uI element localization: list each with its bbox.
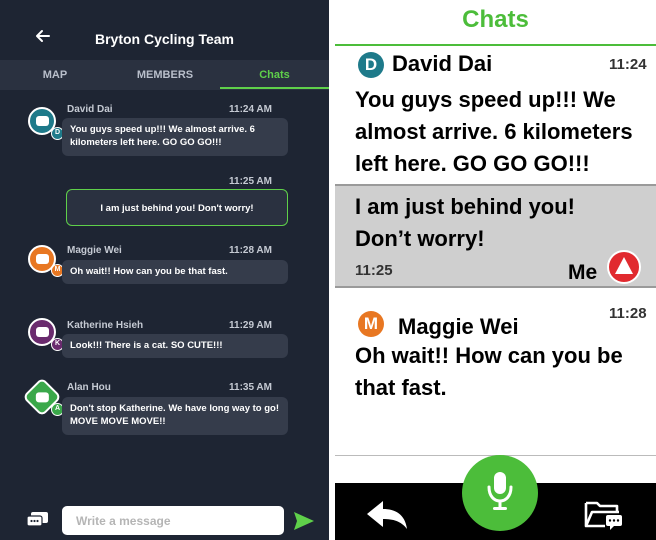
message-time: 11:24	[609, 56, 647, 73]
message-text-line: You guys speed up!!! We	[355, 87, 616, 112]
team-title: Bryton Cycling Team	[95, 31, 234, 47]
reply-icon[interactable]	[365, 498, 409, 532]
title-divider	[335, 44, 656, 46]
chat-bubble-icon	[35, 392, 49, 403]
microphone-button[interactable]	[462, 455, 538, 531]
my-avatar	[607, 250, 641, 284]
message-time: 11:25	[355, 262, 393, 279]
chat-options-icon[interactable]	[27, 512, 49, 528]
message-text-line: that fast.	[355, 375, 447, 400]
microphone-icon	[487, 472, 513, 510]
sender-name: Maggie Wei	[67, 245, 122, 256]
message-input[interactable]	[62, 506, 284, 535]
message-text-line: Oh wait!! How can you be	[355, 343, 623, 368]
sender-initial-badge: D	[358, 52, 384, 78]
my-message-block: I am just behind you! Don’t worry! 11:25…	[335, 184, 656, 288]
device-title: Chats	[462, 6, 529, 33]
message-bubble: You guys speed up!!! We almost arrive. 6…	[62, 118, 288, 156]
message-time: 11:35 AM	[229, 382, 272, 393]
me-label: Me	[568, 261, 598, 284]
message-bubble: Oh wait!! How can you be that fast.	[62, 260, 288, 284]
phone-app: Bryton Cycling Team MAP MEMBERS Chats D …	[0, 0, 329, 540]
tab-bar: MAP MEMBERS Chats	[0, 60, 329, 90]
tab-chats[interactable]: Chats	[220, 60, 329, 90]
message-time: 11:24 AM	[229, 104, 272, 115]
sender-name: David Dai	[392, 51, 493, 76]
message-bubble: Look!!! There is a cat. SO CUTE!!!	[62, 334, 288, 358]
message-time: 11:29 AM	[229, 320, 272, 331]
tab-members[interactable]: MEMBERS	[110, 60, 220, 90]
device-screen: Chats D David Dai 11:24 You guys speed u…	[335, 0, 656, 540]
message-text-line: Don’t worry!	[355, 226, 485, 251]
message-text-line: left here. GO GO GO!!!	[355, 151, 590, 176]
message-time: 11:28 AM	[229, 245, 272, 256]
sender-name: Maggie Wei	[398, 314, 519, 339]
sender-name: David Dai	[67, 104, 113, 115]
chat-bubble-icon	[36, 254, 49, 264]
message-bubble: Don't stop Katherine. We have long way t…	[62, 397, 288, 435]
message-text-line: almost arrive. 6 kilometers	[355, 119, 633, 144]
message-time: 11:25 AM	[229, 176, 272, 187]
my-message-bubble: I am just behind you! Don't worry!	[66, 189, 288, 226]
chat-bubble-icon	[36, 327, 49, 337]
active-tab-indicator	[220, 87, 329, 89]
sender-name: Alan Hou	[67, 382, 111, 393]
folder-message-icon[interactable]	[583, 497, 625, 531]
message-text-line: I am just behind you!	[355, 194, 576, 219]
location-arrow-icon	[615, 257, 633, 274]
tab-map[interactable]: MAP	[0, 60, 110, 90]
app-header: Bryton Cycling Team	[0, 0, 329, 60]
chat-bubble-icon	[36, 116, 49, 126]
sender-name: Katherine Hsieh	[67, 320, 144, 331]
send-icon[interactable]	[293, 511, 315, 531]
sender-initial-badge: M	[358, 311, 384, 337]
message-time: 11:28	[609, 305, 647, 322]
